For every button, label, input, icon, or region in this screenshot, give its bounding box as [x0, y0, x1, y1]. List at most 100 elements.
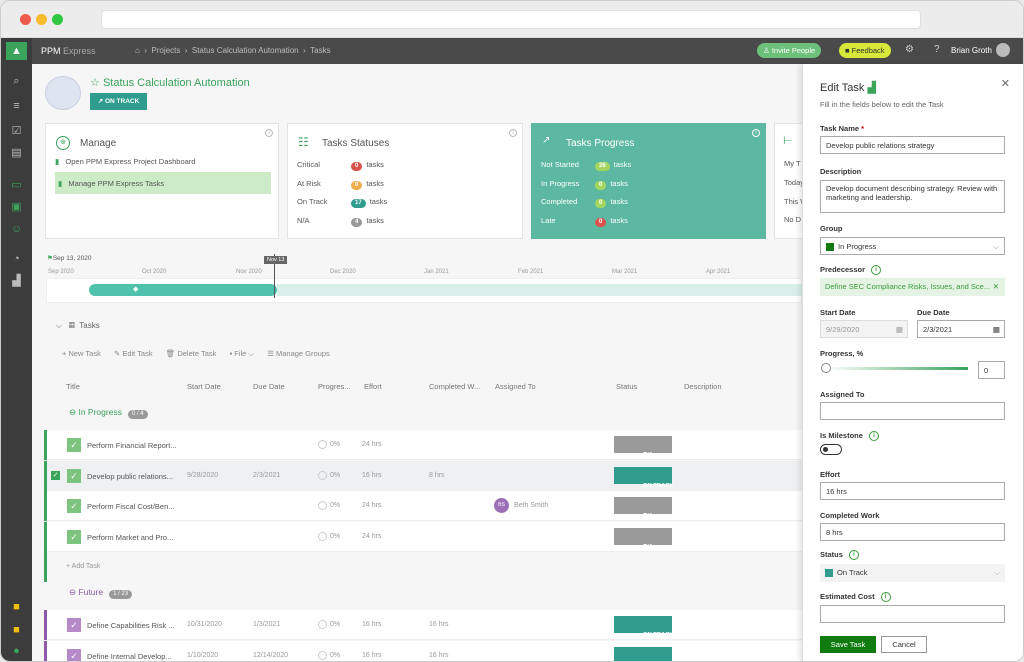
search-icon[interactable]: ⌕: [9, 74, 24, 89]
progress-slider-handle[interactable]: [821, 363, 831, 373]
task-name-input[interactable]: Develop public relations strategy: [820, 136, 1005, 154]
progress-input[interactable]: 0: [978, 361, 1005, 379]
feedback-button[interactable]: ■ Feedback: [839, 43, 891, 58]
manage-groups-button[interactable]: ☰ Manage Groups: [267, 349, 330, 358]
settings-icon[interactable]: ⚙: [905, 44, 914, 55]
feedback-icon[interactable]: ■: [9, 623, 24, 638]
info-icon[interactable]: i: [848, 550, 859, 561]
statuses-row[interactable]: Critical 0 tasks: [297, 160, 384, 171]
remove-icon[interactable]: ✕: [993, 282, 999, 291]
cancel-button[interactable]: Cancel: [881, 636, 927, 653]
statuses-row[interactable]: N/A 4 tasks: [297, 216, 384, 227]
app-logo-icon[interactable]: ▲: [6, 42, 27, 60]
lightbulb-icon[interactable]: ●: [9, 644, 24, 659]
avatar[interactable]: [996, 43, 1010, 57]
breadcrumb-project[interactable]: Status Calculation Automation: [192, 46, 299, 55]
info-icon[interactable]: i: [868, 431, 879, 442]
table-row[interactable]: ✓ Perform Fiscal Cost/Ben... 0% 24 hrs Beth …: [44, 491, 802, 521]
column-header[interactable]: Due Date: [253, 382, 285, 391]
user-icon[interactable]: ☺: [9, 222, 24, 237]
chat-icon[interactable]: ■: [9, 600, 24, 615]
assigned-to-input[interactable]: [820, 402, 1005, 420]
cell-title[interactable]: Define Capabilities Risk ...: [87, 621, 175, 630]
group-header[interactable]: ⊖ In Progress 0 / 4: [69, 407, 148, 419]
tasks-section-header[interactable]: ⌵ ▦ Tasks: [56, 321, 100, 331]
info-icon[interactable]: i: [880, 592, 891, 603]
column-header[interactable]: Completed W...: [429, 382, 480, 391]
manage-item-dashboard[interactable]: ▮ Open PPM Express Project Dashboard: [55, 157, 195, 166]
breadcrumb-projects[interactable]: Projects: [151, 46, 180, 55]
minimize-dot[interactable]: [36, 14, 47, 25]
gauge-icon[interactable]: ◔: [9, 252, 24, 267]
star-icon[interactable]: ☆: [90, 77, 100, 89]
column-header[interactable]: Effort: [364, 382, 382, 391]
address-bar[interactable]: [101, 10, 921, 29]
description-input[interactable]: Develop document describing strategy. Re…: [820, 180, 1005, 213]
progress-row[interactable]: Completed 0 tasks: [541, 197, 628, 208]
chevron-down-icon[interactable]: ⌵: [56, 321, 62, 330]
add-task-label[interactable]: + Add Task: [66, 563, 100, 570]
table-row[interactable]: ✓ Define Internal Develop... 1/10/2020 12/1…: [44, 640, 802, 661]
table-row[interactable]: ✓ Define Capabilities Risk ... 10/31/2020 1…: [44, 610, 802, 640]
mytasks-row-2[interactable]: This W: [784, 197, 802, 206]
statuses-row[interactable]: At Risk 0 tasks: [297, 179, 384, 190]
brand[interactable]: PPM Express: [41, 46, 96, 56]
manage-item-tasks[interactable]: ▮ Manage PPM Express Tasks: [55, 172, 271, 194]
column-header[interactable]: Start Date: [187, 382, 221, 391]
project-icon[interactable]: ▣: [9, 200, 24, 215]
mytasks-row-3[interactable]: No D: [784, 215, 801, 224]
add-task-row[interactable]: + Add Task: [44, 552, 802, 582]
statuses-row[interactable]: On Track 17 tasks: [297, 197, 387, 208]
progress-row[interactable]: Not Started 26 tasks: [541, 160, 631, 171]
milestone-toggle[interactable]: [820, 444, 842, 455]
cell-title[interactable]: Develop public relations...: [87, 472, 173, 481]
checkbox-icon[interactable]: ☑: [9, 124, 24, 139]
mytasks-row-0[interactable]: My T: [784, 159, 801, 168]
predecessor-tag[interactable]: Define SEC Compliance Risks, Issues, and…: [820, 278, 1005, 296]
invite-people-button[interactable]: ♙ Invite People: [757, 43, 822, 58]
status-button[interactable]: ? N/A: [614, 436, 672, 458]
home-icon[interactable]: ⌂: [135, 46, 140, 55]
table-row[interactable]: ✓ Perform Financial Report... 0% 24 hrs ? N/…: [44, 430, 802, 460]
close-dot[interactable]: [20, 14, 31, 25]
calendar-icon[interactable]: ▦: [896, 325, 903, 334]
progress-slider-track[interactable]: [825, 367, 968, 370]
table-row[interactable]: ✓ ✓ Develop public relations... 9/28/2020 2/…: [44, 460, 802, 491]
column-header[interactable]: Description: [684, 382, 722, 391]
cell-title[interactable]: Define Internal Develop...: [87, 652, 172, 661]
cell-title[interactable]: Perform Market and Pro...: [87, 533, 173, 542]
info-icon[interactable]: i: [752, 129, 760, 137]
help-icon[interactable]: ?: [934, 44, 940, 55]
close-icon[interactable]: ✕: [1001, 77, 1010, 90]
cell-title[interactable]: Perform Financial Report...: [87, 441, 177, 450]
status-select[interactable]: On Track ⌵: [820, 564, 1005, 582]
breadcrumb-tasks[interactable]: Tasks: [310, 46, 330, 55]
status-button[interactable]: ⟼ ON TRACK: [614, 616, 674, 638]
info-icon[interactable]: i: [509, 129, 517, 137]
column-header[interactable]: Progres...: [318, 382, 351, 391]
column-header[interactable]: Status: [616, 382, 637, 391]
estimated-cost-input[interactable]: [820, 605, 1005, 623]
mytasks-row-1[interactable]: Today: [784, 178, 802, 187]
timeline-progress-bar[interactable]: ◆: [89, 284, 277, 296]
progress-row[interactable]: In Progress 0 tasks: [541, 179, 628, 190]
due-date-input[interactable]: 2/3/2021 ▦: [917, 320, 1005, 338]
column-header[interactable]: Assigned To: [495, 382, 536, 391]
status-button[interactable]: ⟼ ON TRACK: [614, 646, 672, 661]
briefcase-icon[interactable]: ▭: [9, 178, 24, 193]
user-name[interactable]: Brian Groth: [951, 46, 992, 55]
menu-icon[interactable]: ≡: [9, 99, 24, 114]
calendar-icon[interactable]: ▦: [993, 325, 1000, 334]
info-icon[interactable]: i: [265, 129, 273, 137]
completed-work-input[interactable]: 8 hrs: [820, 523, 1005, 541]
row-select-checkbox[interactable]: ✓: [51, 470, 60, 480]
group-header[interactable]: ⊖ Future 1 / 23: [69, 587, 133, 599]
group-select[interactable]: In Progress ⌵: [820, 237, 1005, 255]
start-date-input[interactable]: 9/29/2020 ▦: [820, 320, 908, 338]
info-icon[interactable]: i: [871, 265, 882, 276]
new-task-button[interactable]: + New Task: [62, 349, 101, 358]
cell-title[interactable]: Perform Fiscal Cost/Ben...: [87, 502, 175, 511]
maximize-dot[interactable]: [52, 14, 63, 25]
status-button[interactable]: ⟼ ON TRACK: [614, 466, 674, 489]
document-icon[interactable]: ▤: [9, 146, 24, 161]
